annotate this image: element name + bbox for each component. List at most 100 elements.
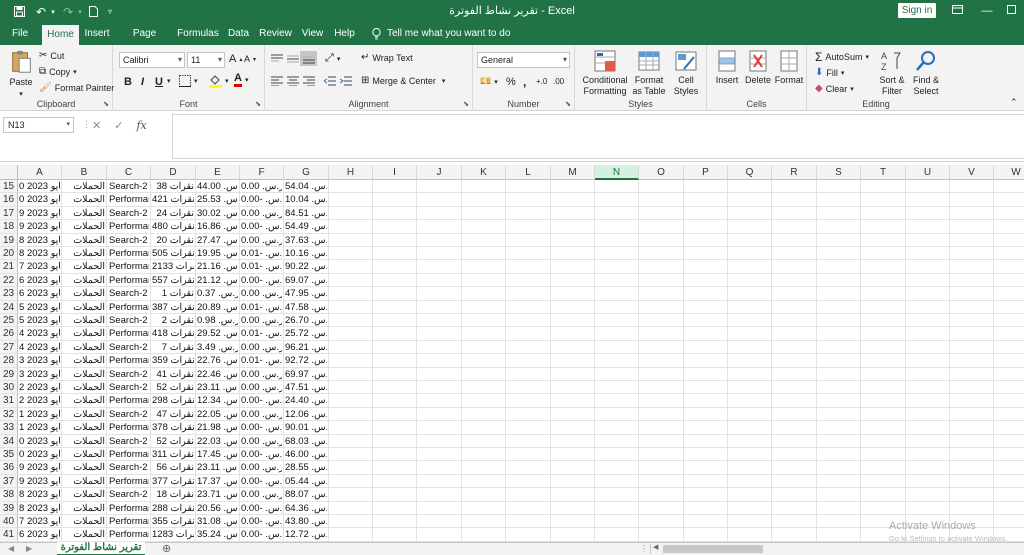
cell-c[interactable]: Performan [108,220,149,233]
cell-c[interactable]: Performan [108,515,149,528]
select-all-corner[interactable] [0,165,18,180]
cell-e[interactable]: ر.س.‏ 17.45 [197,448,238,461]
column-header-b[interactable]: B [62,165,107,180]
align-bottom-icon[interactable] [300,51,317,66]
bold-button[interactable]: B [124,76,132,88]
cell-b[interactable]: الحملات [63,314,105,327]
cell-a[interactable]: مايو 2023 3 [19,368,60,381]
cell-c[interactable]: Search-2 [108,381,149,394]
cell-d[interactable]: 56 نقرات [152,461,195,474]
cell-b[interactable]: الحملات [63,247,105,260]
wrap-text-button[interactable]: ↵ Wrap Text [361,52,413,63]
cell-e[interactable]: ر.س.‏ 20.89 [197,301,238,314]
conditional-formatting-button[interactable]: Conditional Formatting [579,49,631,97]
cell-f[interactable]: ر.س.‏ -0.00 [241,475,282,488]
cell-d[interactable]: 359 نقرات [152,354,194,367]
cell-d[interactable]: 418 نقرات [152,327,194,340]
cell-d[interactable]: 2133 نقرات [152,260,194,273]
cell-b[interactable]: الحملات [63,341,105,354]
cell-g[interactable]: ر.س.‏ 54.04 [285,180,327,193]
row-header[interactable]: 28 [0,354,18,368]
font-size-select[interactable]: 11 ▾ [187,52,225,68]
cell-e[interactable]: ر.س.‏ 22.05 [197,408,238,421]
format-painter-button[interactable]: 🖌 Format Painter [39,82,114,93]
cell-b[interactable]: الحملات [63,301,105,314]
cell-g[interactable]: ر.س.‏ 84.51 [285,207,327,220]
column-header-s[interactable]: S [817,165,861,180]
italic-button[interactable]: I [141,76,144,88]
cell-c[interactable]: Search-2 [108,207,149,220]
cell-a[interactable]: مايو 2023 1 [19,408,60,421]
cell-g[interactable]: ر.س.‏ 92.72 [285,354,327,367]
cell-f[interactable]: ر.س.‏ 0.00 [241,180,282,193]
cell-c[interactable]: Search-2 [108,180,149,193]
align-middle-icon[interactable] [287,54,299,64]
cell-d[interactable]: 557 نقرات [152,274,194,287]
cell-b[interactable]: الحملات [63,488,105,501]
cell-d[interactable]: 18 نقرات [152,488,195,501]
column-header-c[interactable]: C [107,165,151,180]
cell-e[interactable]: ر.س.‏ 12.34 [197,394,238,407]
cell-f[interactable]: ر.س.‏ -0.01 [241,327,282,340]
cell-f[interactable]: ر.س.‏ -0.01 [241,301,282,314]
row-header[interactable]: 16 [0,193,18,207]
column-header-a[interactable]: A [18,165,62,180]
cell-e[interactable]: ر.س.‏ 44.00 [197,180,238,193]
cell-f[interactable]: ر.س.‏ -0.00 [241,421,282,434]
cell-b[interactable]: الحملات [63,461,105,474]
paste-dropdown-icon[interactable]: ▾ [19,91,23,98]
scroll-left-icon[interactable]: ◀ [653,543,658,551]
cell-f[interactable]: ر.س.‏ -0.00 [241,448,282,461]
column-header-g[interactable]: G [284,165,329,180]
column-header-e[interactable]: E [196,165,240,180]
column-header-n[interactable]: N [595,165,639,180]
cell-d[interactable]: 480 نقرات [152,220,194,233]
cell-b[interactable]: الحملات [63,448,105,461]
cell-a[interactable]: مايو 2023 9 [19,220,60,233]
decrease-font-button[interactable]: A ▾ [244,54,256,64]
cell-d[interactable]: 52 نقرات [152,435,195,448]
row-header[interactable]: 18 [0,220,18,234]
cell-c[interactable]: Performan [108,394,149,407]
horizontal-scrollbar[interactable]: ◀ [650,544,1024,554]
orientation-icon[interactable]: ⤢ ▾ [325,52,340,65]
cell-d[interactable]: 2 نقرات [152,314,194,327]
tab-insert[interactable]: Insert [82,23,112,45]
row-header[interactable]: 37 [0,474,18,489]
cell-b[interactable]: الحملات [63,220,105,233]
cell-b[interactable]: الحملات [63,354,105,367]
cell-a[interactable]: مايو 2023 0 [19,180,60,193]
cell-f[interactable]: ر.س.‏ 0.00 [241,207,282,220]
cell-b[interactable]: الحملات [63,408,105,421]
row-header[interactable]: 21 [0,260,18,274]
find-select-button[interactable]: Find & Select [908,49,944,97]
copy-dropdown-icon[interactable]: ▾ [73,68,77,76]
align-center-icon[interactable] [287,76,299,86]
sheet-tab-active[interactable]: تقرير نشاط الفوترة [57,542,145,555]
cell-e[interactable]: ر.س.‏ 0.37 [197,287,238,300]
cell-e[interactable]: ر.س.‏ 35.24 [197,528,238,541]
cell-e[interactable]: ر.س.‏ 21.16 [197,260,238,273]
cell-d[interactable]: 377 نقرات [152,475,194,488]
column-header-u[interactable]: U [906,165,950,180]
cell-f[interactable]: ر.س.‏ -0.00 [241,193,282,206]
cell-f[interactable]: ر.س.‏ 0.00 [241,314,282,327]
insert-cells-button[interactable]: Insert [712,49,742,86]
tab-data[interactable]: Data [225,23,252,45]
cell-e[interactable]: ر.س.‏ 23.11 [197,461,238,474]
column-header-v[interactable]: V [950,165,994,180]
row-header[interactable]: 30 [0,381,18,395]
cell-c[interactable]: Performan [108,354,149,367]
cell-f[interactable]: ر.س.‏ -0.00 [241,502,282,515]
cell-g[interactable]: ر.س.‏ 64.36 [285,502,327,515]
name-box[interactable]: N13 ▾ [3,117,74,133]
cell-e[interactable]: ر.س.‏ 3.49 [197,341,238,354]
cell-a[interactable]: مايو 2023 8 [19,234,60,247]
cell-f[interactable]: ر.س.‏ -0.00 [241,394,282,407]
fill-color-button[interactable]: ▾ [209,74,229,88]
cell-a[interactable]: مايو 2023 0 [19,435,60,448]
cell-e[interactable]: ر.س.‏ 16.86 [197,220,238,233]
cell-c[interactable]: Performan [108,528,149,541]
font-family-select[interactable]: Calibri ▾ [119,52,185,68]
cell-c[interactable]: Performan [108,448,149,461]
